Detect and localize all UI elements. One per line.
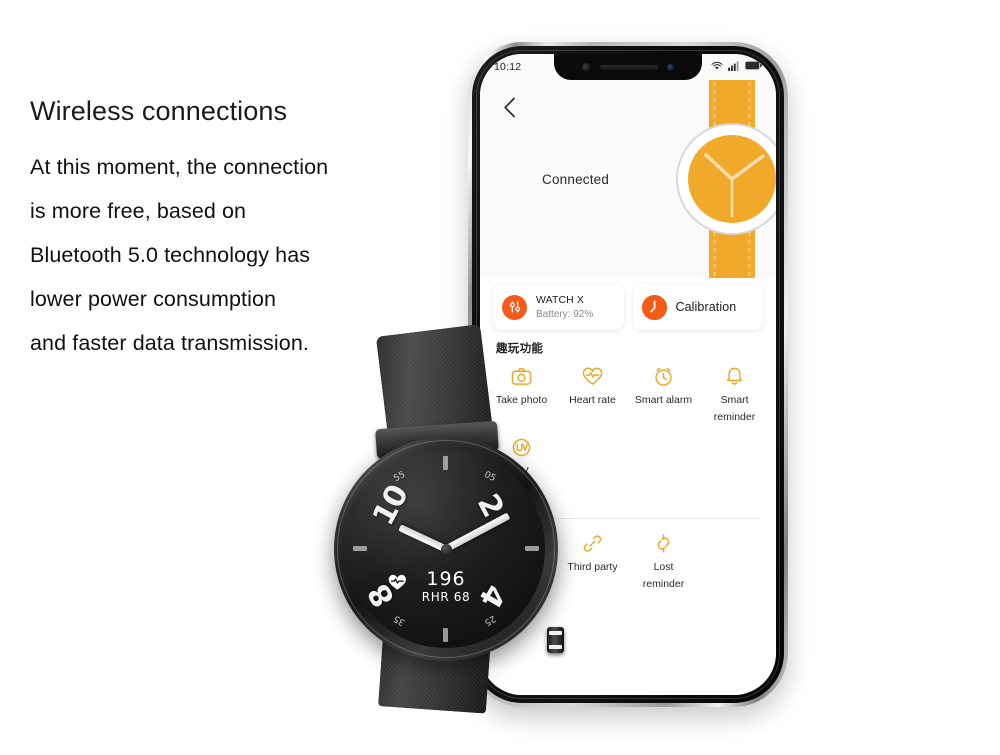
marketing-copy-block: Wireless connections At this moment, the… [30, 96, 430, 365]
battery-status: Battery: 92% [536, 309, 594, 320]
calibration-label: Calibration [675, 300, 737, 314]
function-smart-reminder[interactable]: Smart reminder [699, 365, 770, 426]
watch-crown-button[interactable] [547, 627, 564, 653]
dial-minute-55: 55 [392, 469, 408, 485]
function-label: Heart rate [569, 394, 616, 406]
dial-minute-35: 35 [392, 612, 408, 628]
watch-complication: 196 RHR 68 [388, 568, 471, 604]
status-bar-icons [711, 61, 762, 74]
marketing-line-2: is more free, based on [30, 199, 247, 224]
wristwatch-illustration [676, 80, 776, 278]
proximity-sensor [667, 63, 674, 71]
function-label: Third party [567, 561, 618, 573]
earpiece-speaker [600, 64, 658, 70]
dial-tick-3 [525, 546, 539, 551]
cellular-signal-icon [728, 61, 740, 74]
dial-tick-6 [443, 628, 448, 642]
dial-numeral-4: 4 [471, 578, 513, 613]
chevron-left-icon [503, 97, 515, 117]
device-cards-row: WATCH X Battery: 92% Calibration [480, 284, 776, 330]
page-title: Wireless connections [30, 96, 288, 126]
function-lost-reminder[interactable]: Lost reminder [628, 532, 699, 593]
link-icon [582, 532, 604, 554]
dial-minute-25: 25 [482, 612, 498, 628]
watch-minute-hand [441, 512, 511, 554]
back-button[interactable] [496, 94, 522, 120]
watch-case: 10 12 2 4 8 55 05 25 35 [334, 437, 564, 661]
alarm-clock-icon [653, 365, 675, 387]
dial-tick-9 [353, 546, 367, 551]
physical-smartwatch: 10 12 2 4 8 55 05 25 35 [320, 324, 570, 714]
watch-rhr-value: RHR 68 [421, 590, 471, 604]
heart-beat-icon [388, 574, 407, 596]
watch-dial: 10 12 2 4 8 55 05 25 35 [347, 450, 545, 648]
watch-steps-value: 196 [426, 568, 466, 590]
device-card-calibration[interactable]: Calibration [632, 284, 763, 330]
marketing-line-3: Bluetooth 5.0 technology has [30, 243, 311, 268]
front-camera-icon [582, 62, 591, 72]
dial-minute-05: 05 [482, 469, 498, 485]
heart-rate-icon [582, 365, 604, 387]
battery-icon [745, 61, 762, 73]
device-name: WATCH X [536, 294, 584, 306]
status-bar-time: 10:12 [494, 61, 522, 73]
watch-hand-pivot [440, 543, 452, 555]
connection-hero-section: Connected [480, 80, 776, 278]
connection-status-label: Connected [542, 172, 610, 187]
function-slot-empty [699, 532, 770, 593]
function-label: Lost reminder [642, 561, 685, 590]
device-card-watch-text: WATCH X Battery: 92% [536, 294, 593, 320]
bell-icon [724, 365, 746, 387]
function-label: Smart alarm [634, 394, 693, 406]
clock-icon [641, 294, 667, 320]
phone-notch [554, 54, 702, 80]
device-card-watch[interactable]: WATCH X Battery: 92% [493, 284, 624, 330]
dial-numeral-10: 10 [366, 479, 416, 532]
function-label: Smart reminder [713, 394, 756, 423]
dial-tick-12 [443, 456, 448, 470]
function-smart-alarm[interactable]: Smart alarm [628, 365, 699, 426]
lost-link-icon [653, 532, 675, 554]
marketing-line-4: lower power consumption [30, 287, 277, 312]
marketing-line-1: At this moment, the connection [30, 155, 329, 180]
wifi-icon [711, 61, 723, 74]
sliders-icon [502, 294, 527, 320]
